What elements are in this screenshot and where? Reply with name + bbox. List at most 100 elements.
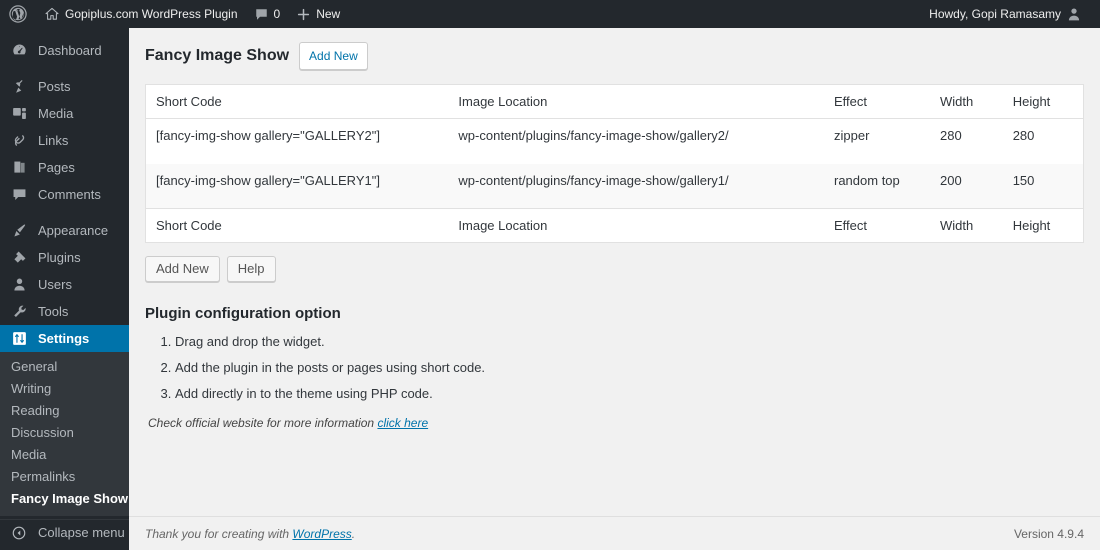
sidebar-item-label: Links xyxy=(38,133,69,148)
collapse-arrow-icon xyxy=(9,523,29,543)
admin-footer: Thank you for creating with WordPress. V… xyxy=(129,516,1100,550)
table-body: [fancy-img-show gallery="GALLERY2"] wp-c… xyxy=(145,119,1084,209)
wordpress-link[interactable]: WordPress xyxy=(292,527,351,541)
cell-short-code: [fancy-img-show gallery="GALLERY1"] xyxy=(156,172,380,188)
column-header-width[interactable]: Width xyxy=(930,84,1003,119)
my-account-menu[interactable]: Howdy, Gopi Ramasamy xyxy=(921,0,1090,28)
cell-effect: random top xyxy=(834,172,900,188)
pin-icon xyxy=(9,77,29,97)
submenu-item-media[interactable]: Media xyxy=(0,444,129,466)
list-item: Add directly in to the theme using PHP c… xyxy=(175,383,1084,404)
sidebar-item-comments[interactable]: Comments xyxy=(0,181,129,208)
help-button[interactable]: Help xyxy=(226,256,276,282)
comment-bubble-icon xyxy=(254,7,269,22)
config-steps-list: Drag and drop the widget. Add the plugin… xyxy=(145,331,1084,404)
table-footer-row: Short Code Image Location Effect Width H… xyxy=(145,208,1084,243)
cell-width: 200 xyxy=(940,172,962,188)
sidebar-item-label: Users xyxy=(38,277,72,292)
page-title: Fancy Image Show xyxy=(145,47,290,64)
table-header-row: Short Code Image Location Effect Width H… xyxy=(145,84,1084,119)
column-header-height[interactable]: Height xyxy=(1002,84,1084,119)
main-content-area: Fancy Image Show Add New Short Code Imag… xyxy=(129,28,1100,550)
sidebar-item-label: Posts xyxy=(38,79,71,94)
site-name-menu[interactable]: Gopiplus.com WordPress Plugin xyxy=(36,0,246,28)
table-row[interactable]: [fancy-img-show gallery="GALLERY1"] wp-c… xyxy=(145,163,1084,209)
comments-menu[interactable]: 0 xyxy=(246,0,289,28)
plus-icon xyxy=(296,7,311,22)
column-footer-height[interactable]: Height xyxy=(1002,208,1084,243)
sidebar-item-label: Dashboard xyxy=(38,43,102,58)
wordpress-logo-icon xyxy=(9,5,27,23)
cell-effect: zipper xyxy=(834,128,870,143)
page-header: Fancy Image Show Add New xyxy=(145,42,1084,70)
collapse-menu-label: Collapse menu xyxy=(38,525,125,540)
plug-icon xyxy=(9,248,29,268)
link-icon xyxy=(9,131,29,151)
sidebar-item-label: Plugins xyxy=(38,250,81,265)
add-new-top-button[interactable]: Add New xyxy=(299,42,368,70)
column-header-image-location[interactable]: Image Location xyxy=(448,84,824,119)
collapse-menu-button[interactable]: Collapse menu xyxy=(0,519,129,545)
users-icon xyxy=(9,275,29,295)
sidebar-item-links[interactable]: Links xyxy=(0,127,129,154)
howdy-label: Howdy, Gopi Ramasamy xyxy=(929,7,1061,21)
submenu-item-reading[interactable]: Reading xyxy=(0,400,129,422)
dashboard-icon xyxy=(9,41,29,61)
wrench-icon xyxy=(9,302,29,322)
column-header-effect[interactable]: Effect xyxy=(824,84,931,119)
column-footer-effect[interactable]: Effect xyxy=(824,208,931,243)
submenu-item-permalinks[interactable]: Permalinks xyxy=(0,466,129,488)
footer-thanks-suffix: . xyxy=(351,526,356,541)
list-item: Add the plugin in the posts or pages usi… xyxy=(175,357,1084,378)
cell-image-location: wp-content/plugins/fancy-image-show/gall… xyxy=(458,172,729,188)
sidebar-item-pages[interactable]: Pages xyxy=(0,154,129,181)
footer-thanks-prefix: Thank you for creating with xyxy=(145,526,293,541)
active-menu-arrow xyxy=(129,330,137,347)
cell-image-location: wp-content/plugins/fancy-image-show/gall… xyxy=(458,128,729,143)
brush-icon xyxy=(9,221,29,241)
sidebar-item-settings[interactable]: Settings xyxy=(0,325,137,352)
admin-bar-right: Howdy, Gopi Ramasamy xyxy=(921,0,1100,28)
settings-sliders-icon xyxy=(9,329,29,349)
submenu-item-writing[interactable]: Writing xyxy=(0,378,129,400)
menu-separator xyxy=(0,28,129,37)
menu-separator xyxy=(0,64,129,73)
page-wrap: Fancy Image Show Add New Short Code Imag… xyxy=(129,28,1100,430)
column-footer-image-location[interactable]: Image Location xyxy=(448,208,824,243)
sidebar-item-dashboard[interactable]: Dashboard xyxy=(0,37,129,64)
list-item: Drag and drop the widget. xyxy=(175,331,1084,352)
sidebar-item-label: Tools xyxy=(38,304,69,319)
column-footer-short-code[interactable]: Short Code xyxy=(145,208,449,243)
sidebar-item-label: Pages xyxy=(38,160,75,175)
column-footer-width[interactable]: Width xyxy=(930,208,1003,243)
settings-submenu: General Writing Reading Discussion Media… xyxy=(0,352,129,516)
config-section-title: Plugin configuration option xyxy=(145,305,341,322)
table-row[interactable]: [fancy-img-show gallery="GALLERY2"] wp-c… xyxy=(146,119,1084,164)
sidebar-item-appearance[interactable]: Appearance xyxy=(0,217,129,244)
user-avatar-icon xyxy=(1066,6,1082,22)
sidebar-item-label: Appearance xyxy=(38,223,109,238)
submenu-item-general[interactable]: General xyxy=(0,356,129,378)
sidebar-item-posts[interactable]: Posts xyxy=(0,73,129,100)
new-content-menu[interactable]: New xyxy=(288,0,348,28)
footer-thankyou: Thank you for creating with WordPress. xyxy=(145,527,355,541)
submenu-item-discussion[interactable]: Discussion xyxy=(0,422,129,444)
sidebar-item-media[interactable]: Media xyxy=(0,100,129,127)
cell-short-code: [fancy-img-show gallery="GALLERY2"] xyxy=(156,128,380,143)
wordpress-logo-menu[interactable] xyxy=(0,0,36,28)
shortcodes-table: Short Code Image Location Effect Width H… xyxy=(145,84,1084,243)
column-header-short-code[interactable]: Short Code xyxy=(145,84,449,119)
add-new-button[interactable]: Add New xyxy=(145,256,220,282)
cell-height: 280 xyxy=(1012,128,1035,143)
sidebar-item-plugins[interactable]: Plugins xyxy=(0,244,129,271)
comments-icon xyxy=(9,185,29,205)
submenu-item-fancy-image-show[interactable]: Fancy Image Show xyxy=(0,488,129,510)
sidebar-item-tools[interactable]: Tools xyxy=(0,298,129,325)
new-content-label: New xyxy=(316,7,341,21)
comments-count: 0 xyxy=(273,7,281,21)
media-icon xyxy=(9,104,29,124)
sidebar-item-label: Comments xyxy=(38,187,101,202)
sidebar-item-users[interactable]: Users xyxy=(0,271,129,298)
click-here-link[interactable]: click here xyxy=(377,416,428,430)
cell-height: 150 xyxy=(1012,172,1035,188)
